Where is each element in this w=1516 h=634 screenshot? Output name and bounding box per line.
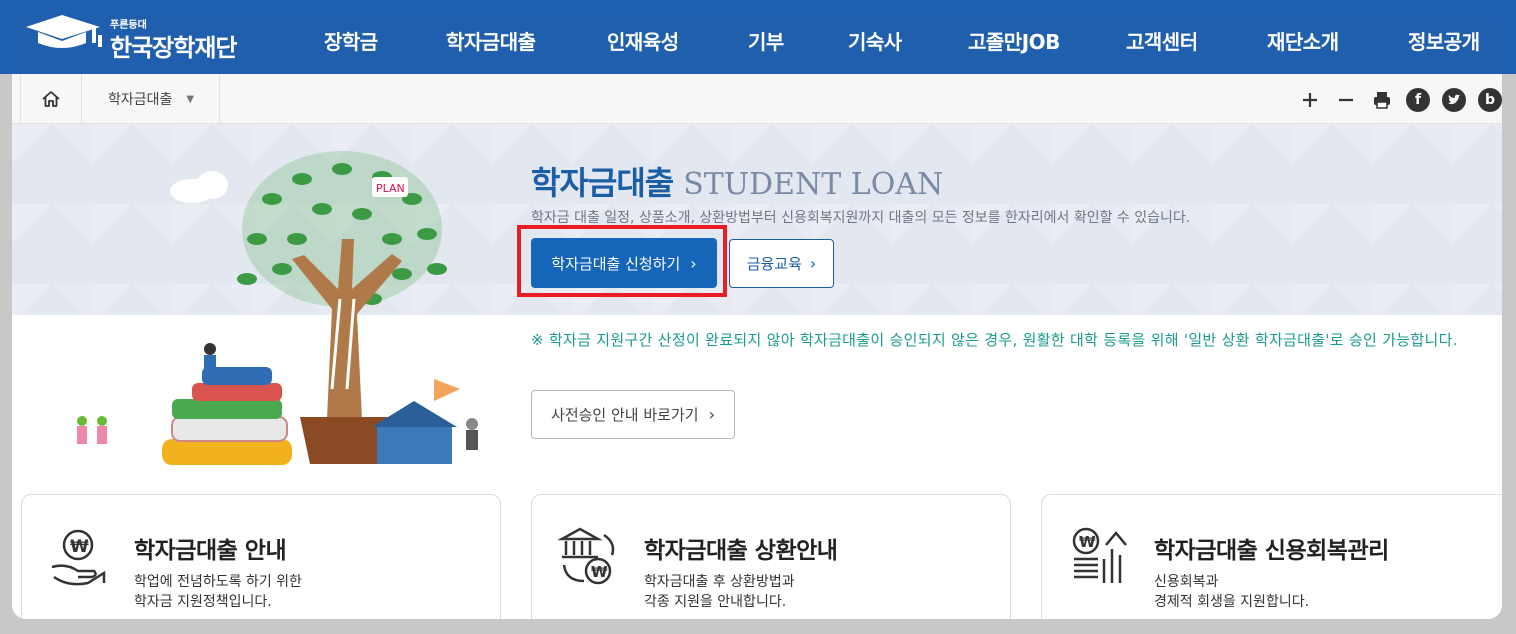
zoom-in-button[interactable]: [1298, 88, 1322, 112]
card-credit-recovery[interactable]: ₩ 학자금대출 신용회복관리 신용회복과 경제적 회생을 지원합니다.: [1041, 494, 1502, 619]
twitter-icon: [1448, 94, 1461, 105]
preapproval-guide-label: 사전승인 안내 바로가기: [551, 406, 699, 424]
breadcrumb-label: 학자금대출: [108, 92, 173, 108]
won-hand-icon: ₩: [51, 529, 106, 586]
chevron-right-icon: ›: [690, 253, 697, 273]
page-title-korean: 학자금대출: [531, 164, 674, 202]
svg-text:₩: ₩: [1079, 533, 1096, 551]
page-title-english: STUDENT LOAN: [683, 167, 944, 202]
page-title: 학자금대출 STUDENT LOAN: [531, 158, 943, 204]
minus-icon: [1339, 98, 1353, 102]
home-icon: [42, 91, 60, 107]
chevron-right-icon: ›: [708, 405, 715, 424]
apply-loan-button[interactable]: 학자금대출 신청하기 ›: [531, 238, 717, 288]
preapproval-guide-button[interactable]: 사전승인 안내 바로가기 ›: [531, 390, 735, 439]
nav-item-talent[interactable]: 인재육성: [607, 26, 679, 55]
site-header: 푸른등대 한국장학재단 장학금 학자금대출 인재육성 기부 기숙사 고졸만JOB…: [0, 0, 1516, 74]
blog-share-button[interactable]: b: [1478, 88, 1502, 112]
loan-tree-illustration: PLAN: [77, 151, 478, 465]
facebook-icon: f: [1414, 92, 1422, 108]
print-icon: [1374, 92, 1390, 109]
nav-item-about[interactable]: 재단소개: [1267, 26, 1339, 55]
financial-education-label: 금융교육: [746, 255, 802, 273]
svg-text:₩: ₩: [70, 537, 89, 557]
apply-loan-label: 학자금대출 신청하기: [551, 254, 681, 273]
financial-education-button[interactable]: 금융교육 ›: [729, 239, 834, 288]
card-description: 학자금대출 후 상환방법과: [644, 574, 795, 590]
card-repayment-guide[interactable]: ₩ 학자금대출 상환안내 학자금대출 후 상환방법과 각종 지원을 안내합니다.: [531, 494, 1011, 619]
card-title: 학자금대출 안내: [134, 538, 287, 564]
nav-item-customer-center[interactable]: 고객센터: [1126, 26, 1198, 55]
chevron-right-icon: ›: [809, 254, 817, 273]
plus-icon: [1303, 93, 1317, 107]
nav-item-scholarship[interactable]: 장학금: [324, 26, 378, 55]
bank-repayment-icon: ₩: [558, 527, 615, 585]
nav-item-disclosure[interactable]: 정보공개: [1408, 26, 1480, 55]
nav-item-student-loan[interactable]: 학자금대출: [446, 26, 536, 55]
page-description: 학자금 대출 일정, 상품소개, 상환방법부터 신용회복지원까지 대출의 모든 …: [531, 210, 1191, 226]
twitter-share-button[interactable]: [1442, 88, 1466, 112]
svg-text:PLAN: PLAN: [376, 182, 405, 195]
card-title: 학자금대출 상환안내: [644, 538, 838, 564]
card-description: 경제적 회생을 지원합니다.: [1154, 594, 1310, 610]
main-navigation: 장학금 학자금대출 인재육성 기부 기숙사 고졸만JOB 고객센터 재단소개 정…: [0, 0, 1516, 74]
chevron-down-icon: ▼: [186, 93, 195, 105]
blog-icon: b: [1484, 92, 1496, 108]
svg-text:₩: ₩: [591, 563, 608, 581]
card-description: 학자금 지원정책입니다.: [134, 594, 272, 610]
home-button[interactable]: [20, 74, 82, 124]
card-loan-guide[interactable]: ₩ 학자금대출 안내 학업에 전념하도록 하기 위한 학자금 지원정책입니다.: [21, 494, 501, 619]
facebook-share-button[interactable]: f: [1406, 88, 1430, 112]
page-tools: f b: [1298, 87, 1502, 113]
card-description: 신용회복과: [1154, 574, 1219, 590]
card-description: 각종 지원을 안내합니다.: [644, 594, 787, 610]
coin-growth-icon: ₩: [1072, 527, 1127, 583]
card-title: 학자금대출 신용회복관리: [1154, 538, 1389, 564]
zoom-out-button[interactable]: [1334, 88, 1358, 112]
page-content: 학자금대출 ▼ f b PLAN 학자금대출 STUDENT LOAN 학자금 …: [12, 74, 1502, 619]
breadcrumb-dropdown[interactable]: 학자금대출 ▼: [82, 74, 220, 124]
nav-item-donation[interactable]: 기부: [748, 26, 784, 55]
location-bar: 학자금대출 ▼ f b: [12, 74, 1502, 124]
card-description: 학업에 전념하도록 하기 위한: [134, 574, 302, 590]
loan-notice: ※ 학자금 지원구간 산정이 완료되지 않아 학자금대출이 승인되지 않은 경우…: [531, 331, 1458, 349]
nav-item-dormitory[interactable]: 기숙사: [848, 26, 902, 55]
print-button[interactable]: [1370, 88, 1394, 112]
nav-item-job[interactable]: 고졸만JOB: [968, 26, 1060, 55]
